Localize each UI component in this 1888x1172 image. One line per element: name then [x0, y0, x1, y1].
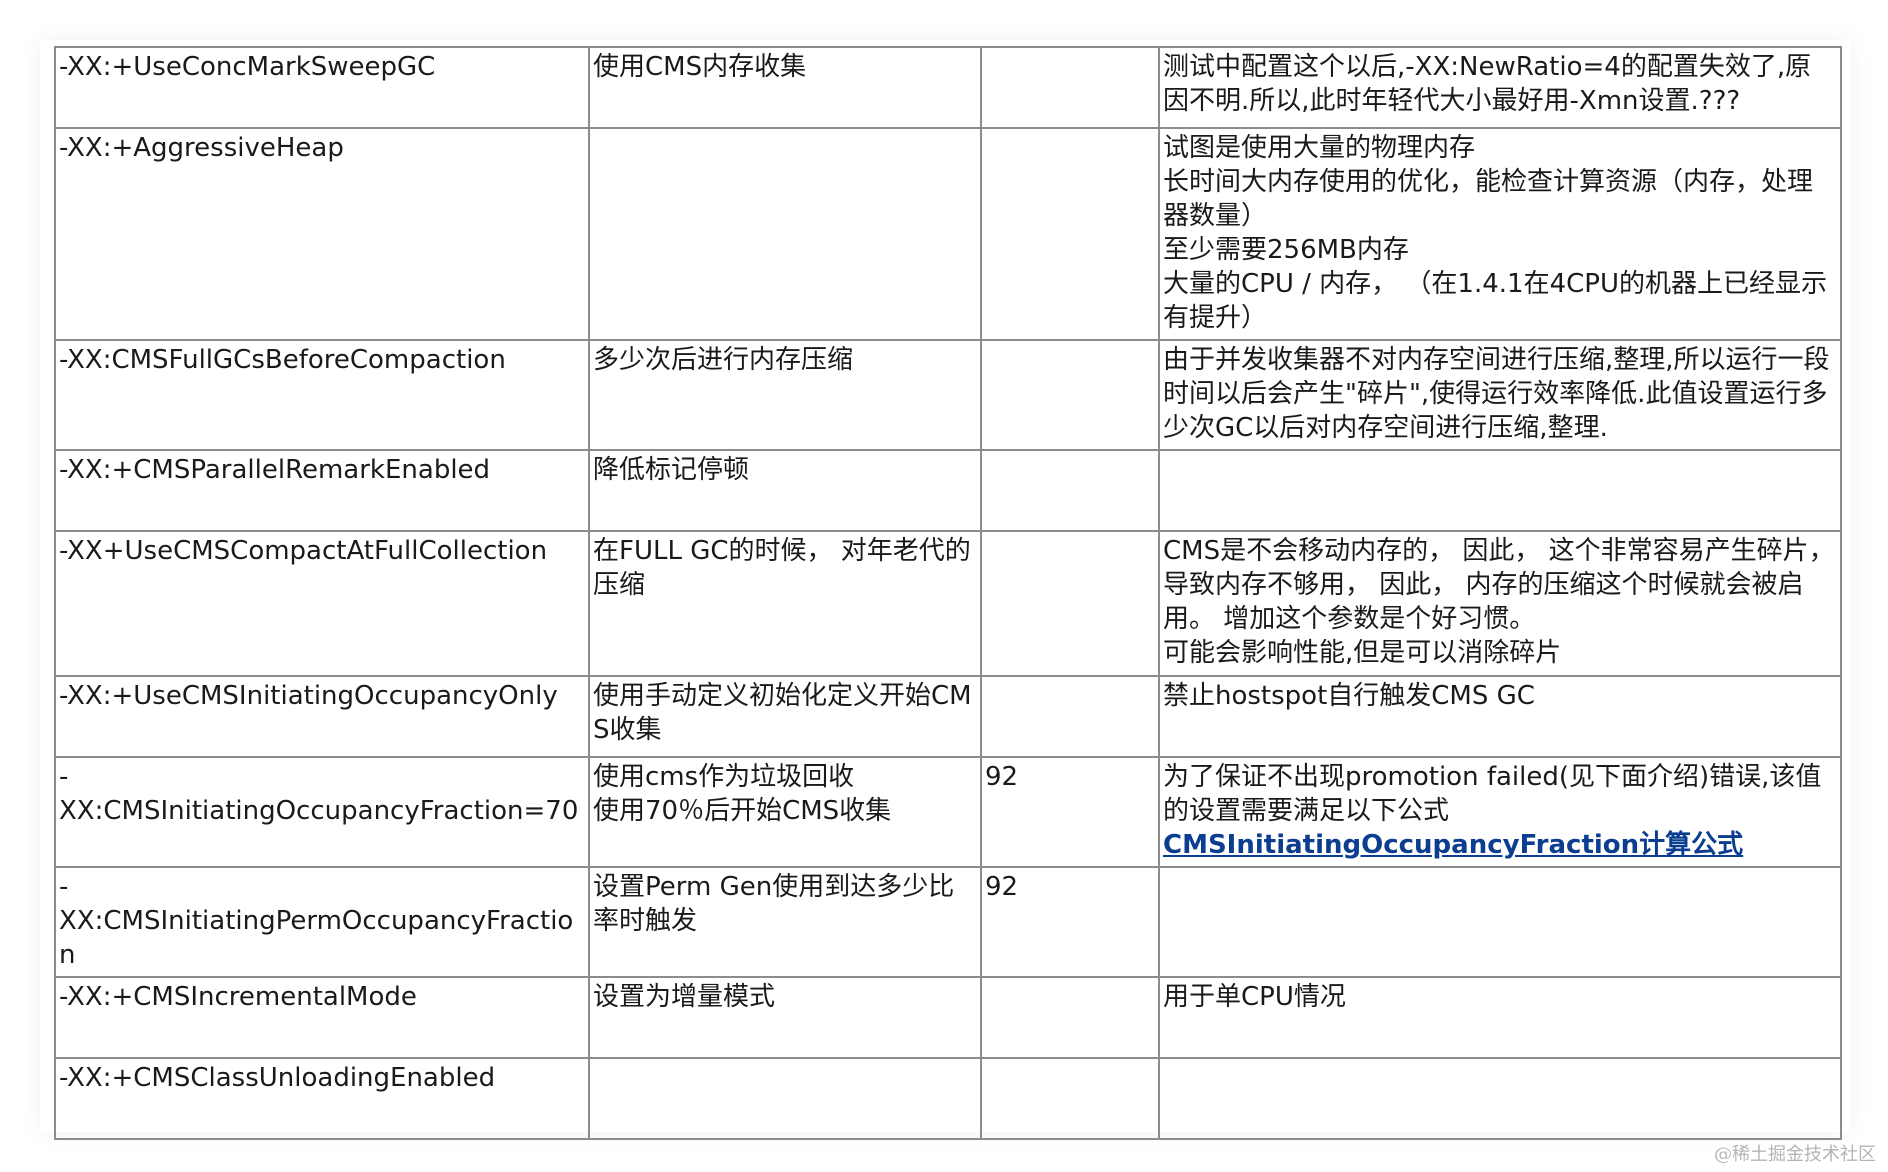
note-cell: CMS是不会移动内存的， 因此， 这个非常容易产生碎片， 导致内存不够用， 因此…	[1158, 530, 1842, 677]
description-cell: 设置为增量模式	[588, 976, 982, 1059]
description-cell: 设置Perm Gen使用到达多少比率时触发	[588, 866, 982, 978]
content-card: -XX:+UseConcMarkSweepGC 使用CMS内存收集 测试中配置这…	[40, 40, 1850, 1140]
description-cell: 多少次后进行内存压缩	[588, 339, 982, 451]
description-cell: 使用CMS内存收集	[588, 46, 982, 129]
note-cell: 由于并发收集器不对内存空间进行压缩,整理,所以运行一段时间以后会产生"碎片",使…	[1158, 339, 1842, 451]
param-cell: -XX:+CMSClassUnloadingEnabled	[54, 1057, 590, 1140]
default-cell	[980, 1057, 1160, 1140]
default-cell	[980, 675, 1160, 758]
table-row: -XX:+UseConcMarkSweepGC 使用CMS内存收集 测试中配置这…	[54, 46, 1842, 129]
description-cell: 降低标记停顿	[588, 449, 982, 532]
watermark: @稀土掘金技术社区	[1714, 1144, 1876, 1165]
description-cell	[588, 127, 982, 341]
table-row: -XX:+CMSParallelRemarkEnabled 降低标记停顿	[54, 449, 1842, 532]
description-cell: 在FULL GC的时候， 对年老代的压缩	[588, 530, 982, 677]
note-cell: 试图是使用大量的物理内存 长时间大内存使用的优化，能检查计算资源（内存，处理器数…	[1158, 127, 1842, 341]
table-row: -XX+UseCMSCompactAtFullCollection 在FULL …	[54, 530, 1842, 677]
default-cell	[980, 127, 1160, 341]
table-row: -XX:+CMSIncrementalMode 设置为增量模式 用于单CPU情况	[54, 976, 1842, 1059]
param-cell: -XX:+UseConcMarkSweepGC	[54, 46, 590, 129]
note-cell	[1158, 449, 1842, 532]
note-text: 为了保证不出现promotion failed(见下面介绍)错误,该值的设置需要…	[1163, 762, 1822, 826]
param-cell: - XX:CMSInitiatingPermOccupancyFraction	[54, 866, 590, 978]
table-row: - XX:CMSInitiatingPermOccupancyFraction …	[54, 866, 1842, 978]
table-row: - XX:CMSInitiatingOccupancyFraction=70 使…	[54, 756, 1842, 868]
table-row: -XX:+AggressiveHeap 试图是使用大量的物理内存 长时间大内存使…	[54, 127, 1842, 341]
param-cell: -XX:CMSFullGCsBeforeCompaction	[54, 339, 590, 451]
note-cell: 为了保证不出现promotion failed(见下面介绍)错误,该值的设置需要…	[1158, 756, 1842, 868]
param-cell: -XX+UseCMSCompactAtFullCollection	[54, 530, 590, 677]
default-cell: 92	[980, 756, 1160, 868]
default-cell	[980, 46, 1160, 129]
description-cell	[588, 1057, 982, 1140]
param-cell: -XX:+UseCMSInitiatingOccupancyOnly	[54, 675, 590, 758]
default-cell	[980, 976, 1160, 1059]
note-cell: 用于单CPU情况	[1158, 976, 1842, 1059]
param-cell: -XX:+CMSIncrementalMode	[54, 976, 590, 1059]
formula-link[interactable]: CMSInitiatingOccupancyFraction计算公式	[1163, 828, 1743, 862]
jvm-params-table: -XX:+UseConcMarkSweepGC 使用CMS内存收集 测试中配置这…	[54, 46, 1842, 1140]
table-row: -XX:CMSFullGCsBeforeCompaction 多少次后进行内存压…	[54, 339, 1842, 451]
default-cell	[980, 449, 1160, 532]
note-cell: 测试中配置这个以后,-XX:NewRatio=4的配置失效了,原因不明.所以,此…	[1158, 46, 1842, 129]
description-cell: 使用手动定义初始化定义开始CMS收集	[588, 675, 982, 758]
table-row: -XX:+CMSClassUnloadingEnabled	[54, 1057, 1842, 1140]
note-cell	[1158, 1057, 1842, 1140]
param-cell: - XX:CMSInitiatingOccupancyFraction=70	[54, 756, 590, 868]
note-cell	[1158, 866, 1842, 978]
default-cell	[980, 530, 1160, 677]
description-cell: 使用cms作为垃圾回收 使用70％后开始CMS收集	[588, 756, 982, 868]
param-cell: -XX:+CMSParallelRemarkEnabled	[54, 449, 590, 532]
note-cell: 禁止hostspot自行触发CMS GC	[1158, 675, 1842, 758]
param-cell: -XX:+AggressiveHeap	[54, 127, 590, 341]
default-cell: 92	[980, 866, 1160, 978]
table-row: -XX:+UseCMSInitiatingOccupancyOnly 使用手动定…	[54, 675, 1842, 758]
default-cell	[980, 339, 1160, 451]
